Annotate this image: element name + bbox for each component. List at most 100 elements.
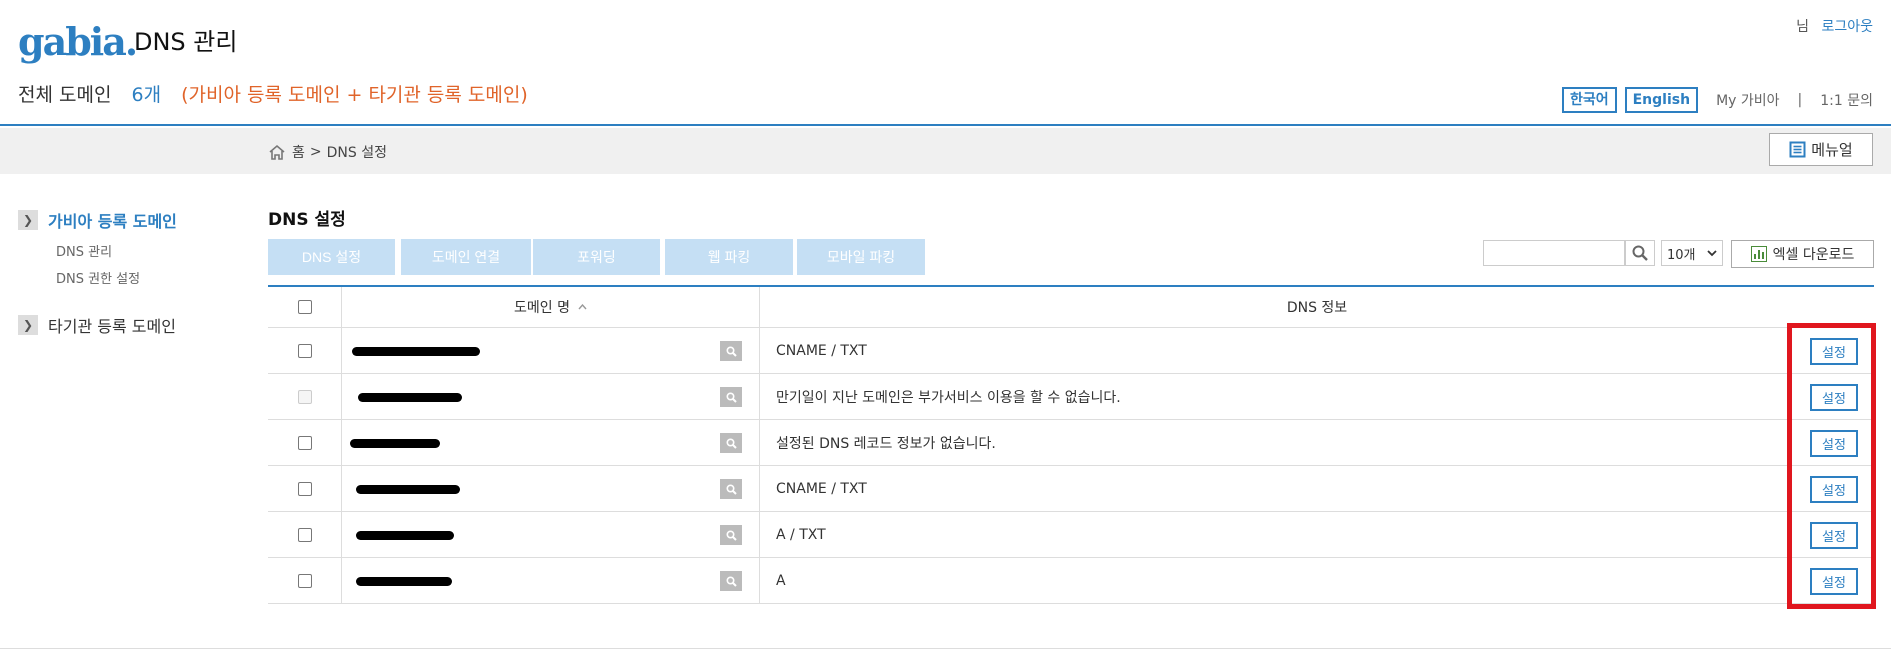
header-dns-info: DNS 정보 <box>1286 300 1348 316</box>
row-checkbox-disabled <box>297 389 312 404</box>
domain-name-cell <box>342 466 760 511</box>
row-checkbox[interactable] <box>297 527 312 542</box>
table-row: A 설정 <box>268 558 1874 604</box>
dns-info-cell: A / TXT <box>776 526 826 543</box>
domain-name-cell <box>342 374 760 419</box>
excel-chart-icon <box>1750 246 1767 262</box>
excel-download-label: 엑셀 다운로드 <box>1772 247 1855 263</box>
redacted-domain-name <box>352 347 480 356</box>
chevron-down-icon <box>1707 249 1717 256</box>
row-checkbox[interactable] <box>297 573 312 588</box>
tab-mobile-parking[interactable]: 모바일 파킹 <box>797 239 925 275</box>
red-highlight-box <box>1787 323 1876 609</box>
gabia-logo[interactable]: gabia. <box>18 22 138 62</box>
home-icon[interactable] <box>268 144 286 161</box>
table-row: 만기일이 지난 도메인은 부가서비스 이용을 할 수 없습니다. 설정 <box>268 374 1874 420</box>
row-checkbox-cell <box>268 420 342 465</box>
manual-button[interactable]: 메뉴얼 <box>1769 133 1873 166</box>
tab-web-parking[interactable]: 웹 파킹 <box>665 239 793 275</box>
dns-info-cell: CNAME / TXT <box>776 480 867 497</box>
my-gabia-link[interactable]: My 가비아 <box>1716 90 1779 110</box>
domain-lookup-button[interactable] <box>720 433 742 453</box>
tab-forwarding[interactable]: 포워딩 <box>533 239 660 275</box>
breadcrumb-separator: > <box>309 144 322 160</box>
logout-link[interactable]: 로그아웃 <box>1821 19 1873 35</box>
row-checkbox[interactable] <box>297 343 312 358</box>
row-checkbox-cell <box>268 374 342 419</box>
page-size-select[interactable]: 10개 <box>1661 240 1723 266</box>
header-domain-label: 도메인 명 <box>514 300 570 316</box>
search-icon <box>725 437 737 449</box>
domain-table: 도메인 명 DNS 정보 CNAME / TXT 설정 만기일이 지난 도메인은… <box>268 285 1874 604</box>
row-checkbox-cell <box>268 328 342 373</box>
row-checkbox-cell <box>268 466 342 511</box>
search-button[interactable] <box>1625 240 1655 266</box>
inquiry-link[interactable]: 1:1 문의 <box>1820 90 1873 110</box>
domain-summary: 전체 도메인 6개 (가비아 등록 도메인 + 타기관 등록 도메인) <box>18 83 528 107</box>
redacted-domain-name <box>356 485 460 494</box>
search-icon <box>725 345 737 357</box>
search-input[interactable] <box>1483 240 1625 266</box>
nav-separator: | <box>1797 92 1803 108</box>
page-size-value: 10개 <box>1667 247 1696 263</box>
domain-lookup-button[interactable] <box>720 479 742 499</box>
chevron-right-icon: ❯ <box>18 210 38 230</box>
table-row: CNAME / TXT 설정 <box>268 328 1874 374</box>
header-checkbox-cell <box>268 287 342 327</box>
domain-name-cell <box>342 558 760 603</box>
search-icon <box>725 529 737 541</box>
breadcrumb-bar: 홈 > DNS 설정 메뉴얼 <box>0 128 1891 174</box>
domain-lookup-button[interactable] <box>720 571 742 591</box>
search-icon <box>725 575 737 587</box>
row-checkbox[interactable] <box>297 481 312 496</box>
search-icon <box>725 391 737 403</box>
domain-lookup-button[interactable] <box>720 525 742 545</box>
select-all-checkbox[interactable] <box>297 300 312 314</box>
total-domain-count: 6개 <box>131 84 162 106</box>
sidebar-item-dns-manage[interactable]: DNS 관리 <box>56 241 112 260</box>
sidebar-item-dns-permission[interactable]: DNS 권한 설정 <box>56 268 140 287</box>
sidebar-group-label: 타기관 등록 도메인 <box>48 317 176 336</box>
domain-name-cell <box>342 512 760 557</box>
table-row: 설정된 DNS 레코드 정보가 없습니다. 설정 <box>268 420 1874 466</box>
search-icon <box>1632 245 1648 261</box>
row-checkbox[interactable] <box>297 435 312 450</box>
domain-lookup-button[interactable] <box>720 341 742 361</box>
sidebar-group-gabia-domains[interactable]: ❯ 가비아 등록 도메인 <box>18 208 177 232</box>
header-domain-name[interactable]: 도메인 명 <box>342 287 760 327</box>
dns-info-cell: CNAME / TXT <box>776 342 867 359</box>
redacted-domain-name <box>356 531 454 540</box>
table-header-row: 도메인 명 DNS 정보 <box>268 287 1874 328</box>
sidebar-group-label: 가비아 등록 도메인 <box>48 212 177 231</box>
manual-label: 메뉴얼 <box>1811 141 1853 159</box>
domain-lookup-button[interactable] <box>720 387 742 407</box>
redacted-domain-name <box>350 439 440 448</box>
dns-info-cell: 설정된 DNS 레코드 정보가 없습니다. <box>776 435 996 452</box>
lang-english-button[interactable]: English <box>1624 87 1699 113</box>
redacted-domain-name <box>356 577 452 586</box>
domain-name-cell <box>342 420 760 465</box>
tab-domain-connect[interactable]: 도메인 연결 <box>401 239 531 275</box>
row-checkbox-cell <box>268 512 342 557</box>
section-title: DNS 설정 <box>268 210 346 230</box>
redacted-domain-name <box>358 393 462 402</box>
dns-info-cell: A <box>776 572 786 589</box>
chevron-right-icon: ❯ <box>18 315 38 335</box>
user-info: 님 로그아웃 <box>1796 18 1873 36</box>
document-icon <box>1789 141 1806 158</box>
breadcrumb-current: DNS 설정 <box>326 145 387 161</box>
total-domain-description: (가비아 등록 도메인 + 타기관 등록 도메인) <box>181 84 528 106</box>
sidebar-group-other-domains[interactable]: ❯ 타기관 등록 도메인 <box>18 313 176 337</box>
header: gabia. DNS 관리 전체 도메인 6개 (가비아 등록 도메인 + 타기… <box>0 0 1891 126</box>
breadcrumb-home[interactable]: 홈 <box>292 142 305 162</box>
total-domain-label: 전체 도메인 <box>18 84 112 106</box>
chevron-up-icon[interactable] <box>578 304 587 310</box>
user-name-suffix: 님 <box>1796 19 1810 35</box>
tab-dns-settings[interactable]: DNS 설정 <box>268 239 395 275</box>
row-checkbox-cell <box>268 558 342 603</box>
excel-download-button[interactable]: 엑셀 다운로드 <box>1731 240 1874 268</box>
lang-korean-button[interactable]: 한국어 <box>1561 87 1617 113</box>
breadcrumb: 홈 > DNS 설정 <box>268 142 387 162</box>
bottom-divider <box>0 648 1891 649</box>
page-title: DNS 관리 <box>134 28 238 56</box>
